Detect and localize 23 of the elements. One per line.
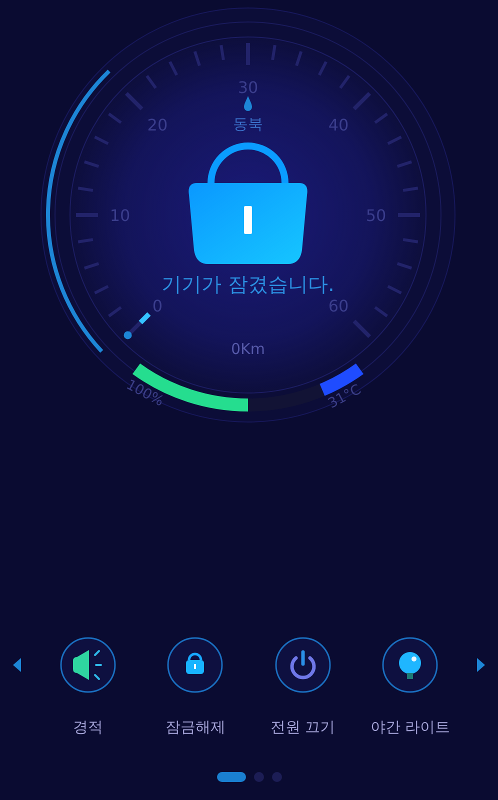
page-dot[interactable] <box>254 772 264 782</box>
page-dot[interactable] <box>272 772 282 782</box>
power-icon <box>274 636 332 694</box>
horn-action-button[interactable]: 경적 <box>34 636 142 738</box>
lock-action-button[interactable]: 잠금해제 <box>142 636 249 738</box>
scale-label: 20 <box>147 116 168 134</box>
left-triangle-icon <box>13 658 21 672</box>
right-triangle-icon <box>477 658 485 672</box>
direction-label: 동북 <box>233 115 263 133</box>
bulb-action-button[interactable]: 야간 라이트 <box>356 636 464 738</box>
needle-icon <box>124 312 151 340</box>
scale-label: 50 <box>366 206 386 225</box>
scale-label: 40 <box>328 116 349 134</box>
scale-label: 10 <box>110 206 130 225</box>
bulb-icon <box>381 636 440 694</box>
distance-label: 0Km <box>231 340 265 358</box>
lock-icon <box>188 142 308 264</box>
horn-icon <box>58 636 117 694</box>
status-text: 기기가 잠겼습니다. <box>162 272 334 296</box>
drop-icon <box>244 96 252 111</box>
power-action-button[interactable]: 전원 끄기 <box>249 636 356 738</box>
lock-icon <box>166 636 224 694</box>
scale-label: 60 <box>328 296 349 316</box>
